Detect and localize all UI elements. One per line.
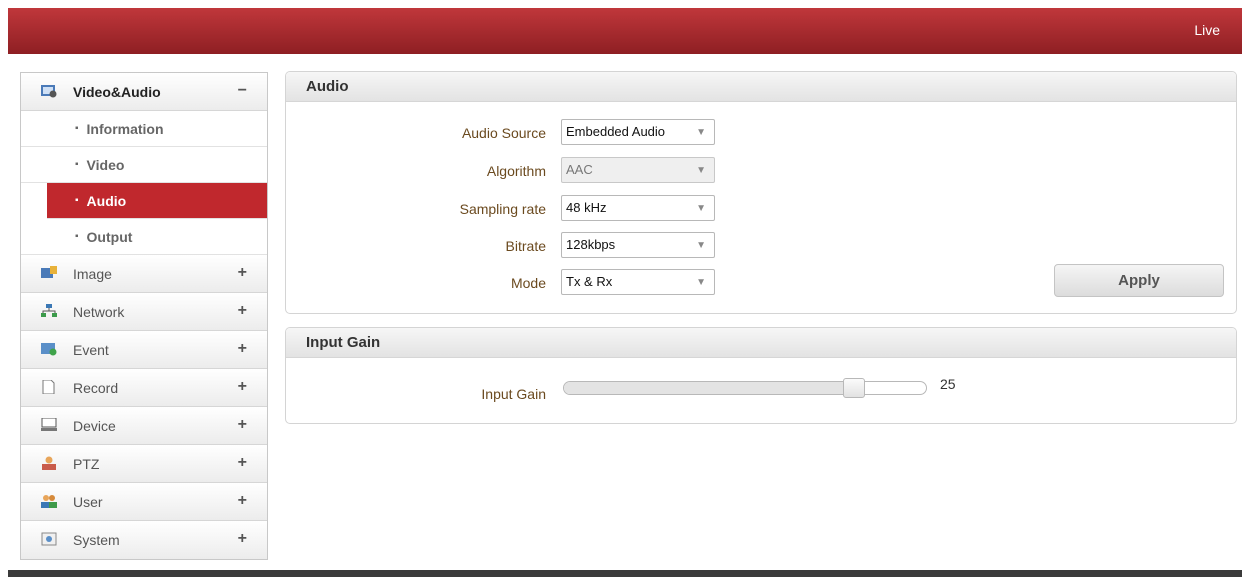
network-icon	[41, 304, 57, 317]
sidebar-menu-network[interactable]: Network +	[21, 293, 267, 331]
live-link[interactable]: Live	[1194, 22, 1220, 38]
video-audio-icon	[41, 85, 57, 98]
sidebar-menu-label: User	[73, 493, 103, 510]
sidebar-item-label: Video	[86, 156, 125, 173]
input-gain-panel: Input Gain Input Gain 25	[285, 327, 1237, 424]
sidebar-menu-system[interactable]: System +	[21, 521, 267, 559]
device-icon	[41, 418, 57, 431]
sidebar-item-information[interactable]: ▪ Information	[21, 111, 267, 147]
sidebar-menu-video-audio[interactable]: Video&Audio −	[21, 73, 267, 111]
mode-label: Mode	[510, 275, 546, 291]
sidebar-menu-image[interactable]: Image +	[21, 255, 267, 293]
sidebar-menu-label: Device	[73, 417, 116, 434]
bottom-bar	[8, 570, 1242, 577]
sidebar-menu-label: Network	[73, 303, 125, 320]
expand-icon[interactable]: +	[238, 302, 247, 320]
expand-icon[interactable]: +	[238, 378, 247, 396]
sidebar-menu-event[interactable]: Event +	[21, 331, 267, 369]
sidebar-menu-record[interactable]: Record +	[21, 369, 267, 407]
algorithm-label: Algorithm	[486, 163, 546, 179]
sidebar-menu-label: PTZ	[73, 455, 100, 472]
sidebar-menu-device[interactable]: Device +	[21, 407, 267, 445]
system-icon	[41, 532, 57, 546]
sidebar-item-label: Information	[86, 120, 164, 137]
apply-button[interactable]: Apply	[1054, 264, 1224, 297]
expand-icon[interactable]: +	[238, 454, 247, 472]
dropdown-arrow-icon: ▼	[696, 127, 706, 138]
sampling-rate-select[interactable]: 48 kHz ▼	[561, 195, 715, 221]
slider-fill	[564, 382, 854, 394]
dropdown-arrow-icon: ▼	[696, 277, 706, 288]
sampling-rate-label: Sampling rate	[459, 201, 546, 217]
sidebar-menu-user[interactable]: User +	[21, 483, 267, 521]
expand-icon[interactable]: +	[238, 530, 247, 548]
input-gain-label: Input Gain	[481, 386, 546, 402]
sidebar-menu-label: System	[73, 532, 120, 548]
slider-thumb[interactable]	[843, 378, 865, 398]
input-gain-slider[interactable]	[563, 378, 927, 398]
sidebar: Video&Audio − ▪ Information ▪ Video ▪ Audio…	[20, 72, 268, 560]
mode-select[interactable]: Tx & Rx ▼	[561, 269, 715, 295]
expand-icon[interactable]: +	[238, 264, 247, 282]
sidebar-menu-label: Event	[73, 341, 109, 358]
image-icon	[41, 266, 57, 278]
ptz-icon	[42, 456, 56, 470]
dropdown-arrow-icon: ▼	[696, 240, 706, 251]
input-gain-value: 25	[940, 376, 956, 392]
bitrate-label: Bitrate	[505, 238, 546, 254]
algorithm-select: AAC ▼	[561, 157, 715, 183]
audio-panel-title: Audio	[286, 72, 1236, 102]
audio-source-select[interactable]: Embedded Audio ▼	[561, 119, 715, 145]
event-icon	[41, 343, 57, 356]
collapse-icon[interactable]: −	[238, 82, 247, 100]
sidebar-item-label: Audio	[86, 192, 127, 209]
record-icon	[42, 380, 55, 394]
sidebar-menu-ptz[interactable]: PTZ +	[21, 445, 267, 483]
expand-icon[interactable]: +	[238, 340, 247, 358]
sidebar-menu-label: Image	[73, 265, 112, 282]
sidebar-item-label: Output	[86, 228, 133, 245]
expand-icon[interactable]: +	[238, 416, 247, 434]
sidebar-menu-label: Record	[73, 379, 119, 396]
expand-icon[interactable]: +	[238, 492, 247, 510]
sidebar-item-audio[interactable]: ▪ Audio	[47, 183, 267, 219]
bitrate-select[interactable]: 128kbps ▼	[561, 232, 715, 258]
sidebar-menu-label: Video&Audio	[73, 83, 161, 100]
user-icon	[41, 495, 57, 508]
input-gain-panel-title: Input Gain	[286, 328, 1236, 358]
dropdown-arrow-icon: ▼	[696, 165, 706, 176]
sidebar-item-output[interactable]: ▪ Output	[21, 219, 267, 255]
audio-source-label: Audio Source	[461, 125, 546, 141]
audio-panel: Audio Audio Source Embedded Audio ▼ Algor…	[285, 71, 1237, 314]
sidebar-item-video[interactable]: ▪ Video	[21, 147, 267, 183]
top-bar: Live	[8, 8, 1242, 54]
dropdown-arrow-icon: ▼	[696, 203, 706, 214]
